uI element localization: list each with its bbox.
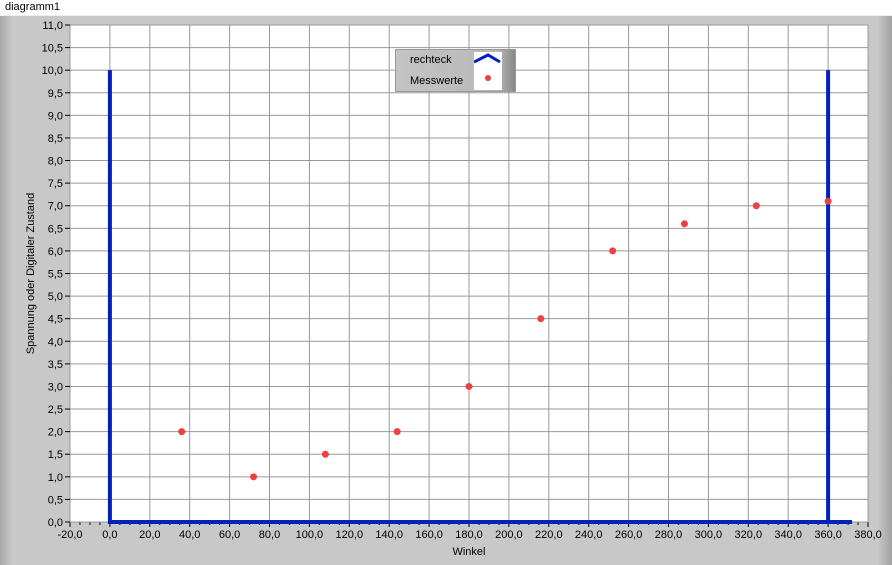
x-tick-label: 240,0	[575, 529, 603, 541]
data-point-messwerte	[178, 428, 186, 436]
y-tick-label: 9,5	[48, 88, 63, 100]
y-tick-label: 5,5	[48, 269, 63, 281]
data-point-messwerte	[250, 473, 258, 481]
x-tick-label: 140,0	[375, 529, 403, 541]
x-tick-label: -20,0	[57, 529, 82, 541]
data-point-messwerte	[465, 382, 473, 390]
y-axis-label: Spannung oder Digitaler Zustand	[25, 193, 37, 354]
y-tick-label: 6,5	[48, 223, 63, 235]
data-point-messwerte	[393, 428, 401, 436]
data-point-messwerte	[752, 202, 760, 210]
x-tick-label: 340,0	[774, 529, 802, 541]
legend-marker-messwerte	[485, 75, 491, 81]
x-tick-label: 40,0	[179, 529, 200, 541]
legend-label-rechteck: rechteck	[410, 54, 452, 66]
legend[interactable]: rechteck Messwerte	[395, 49, 516, 92]
x-tick-label: 20,0	[139, 529, 160, 541]
y-tick-label: 11,0	[42, 20, 63, 32]
y-tick-label: 8,0	[48, 156, 63, 168]
x-tick-label: 60,0	[219, 529, 240, 541]
x-tick-label: 0,0	[102, 529, 117, 541]
x-tick-label: 120,0	[336, 529, 364, 541]
x-axis-label: Winkel	[452, 546, 485, 558]
y-tick-label: 5,0	[48, 291, 63, 303]
x-tick-label: 200,0	[495, 529, 523, 541]
y-tick-label: 6,0	[48, 246, 63, 258]
x-tick-label: 260,0	[615, 529, 643, 541]
x-tick-label: 280,0	[655, 529, 683, 541]
data-point-messwerte	[537, 315, 545, 323]
y-tick-label: 4,0	[48, 336, 63, 348]
x-tick-label: 180,0	[455, 529, 483, 541]
data-point-messwerte	[321, 450, 329, 458]
data-point-messwerte	[824, 197, 832, 205]
legend-line-rechteck	[474, 53, 501, 64]
y-tick-label: 3,0	[48, 381, 63, 393]
x-tick-label: 160,0	[415, 529, 443, 541]
legend-swatch	[474, 52, 502, 90]
y-tick-label: 0,0	[48, 517, 63, 529]
y-tick-label: 0,5	[48, 494, 63, 506]
y-tick-label: 9,0	[48, 110, 63, 122]
x-tick-label: 380,0	[854, 529, 882, 541]
y-tick-label: 7,5	[48, 178, 63, 190]
x-tick-label: 100,0	[296, 529, 324, 541]
y-tick-label: 2,5	[48, 404, 63, 416]
y-tick-label: 2,0	[48, 427, 63, 439]
x-tick-label: 360,0	[814, 529, 842, 541]
data-point-messwerte	[680, 220, 688, 228]
y-tick-label: 10,5	[42, 43, 63, 55]
x-tick-label: 320,0	[735, 529, 763, 541]
y-tick-label: 4,5	[48, 314, 63, 326]
data-point-messwerte	[609, 247, 617, 255]
x-tick-label: 220,0	[535, 529, 563, 541]
y-tick-label: 8,5	[48, 133, 63, 145]
y-tick-label: 10,0	[42, 65, 63, 77]
legend-label-messwerte: Messwerte	[410, 75, 464, 87]
y-tick-label: 1,0	[48, 472, 63, 484]
y-tick-label: 7,0	[48, 201, 63, 213]
x-tick-label: 300,0	[695, 529, 723, 541]
x-tick-label: 80,0	[259, 529, 280, 541]
y-tick-label: 1,5	[48, 449, 63, 461]
y-tick-label: 3,5	[48, 359, 63, 371]
